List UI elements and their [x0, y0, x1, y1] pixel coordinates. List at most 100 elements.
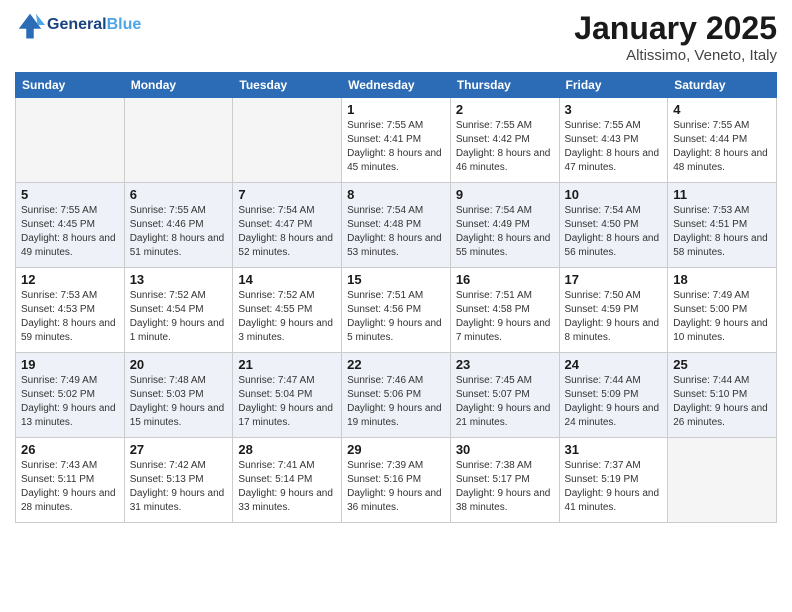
day-info: Sunrise: 7:37 AM Sunset: 5:19 PM Dayligh… [565, 459, 663, 515]
calendar-day-cell: 10 Sunrise: 7:54 AM Sunset: 4:50 PM Dayli… [559, 183, 668, 268]
weekday-header-row: Sunday Monday Tuesday Wednesday Thursday… [16, 73, 777, 98]
calendar-week-row: 26 Sunrise: 7:43 AM Sunset: 5:11 PM Dayli… [16, 438, 777, 523]
day-info: Sunrise: 7:48 AM Sunset: 5:03 PM Dayligh… [130, 374, 228, 430]
logo-icon [15, 10, 45, 40]
calendar-day-cell: 4 Sunrise: 7:55 AM Sunset: 4:44 PM Daylig… [668, 98, 777, 183]
title-section: January 2025 Altissimo, Veneto, Italy [574, 10, 777, 64]
day-info: Sunrise: 7:55 AM Sunset: 4:44 PM Dayligh… [673, 119, 771, 175]
calendar-week-row: 12 Sunrise: 7:53 AM Sunset: 4:53 PM Dayli… [16, 268, 777, 353]
calendar-day-cell: 18 Sunrise: 7:49 AM Sunset: 5:00 PM Dayli… [668, 268, 777, 353]
calendar-day-cell: 21Sunrise: 7:47 AM Sunset: 5:04 PM Dayli… [233, 353, 342, 438]
calendar-day-cell: 14Sunrise: 7:52 AM Sunset: 4:55 PM Dayli… [233, 268, 342, 353]
calendar-day-cell: 27 Sunrise: 7:42 AM Sunset: 5:13 PM Dayli… [124, 438, 233, 523]
day-info: Sunrise: 7:54 AM Sunset: 4:50 PM Dayligh… [565, 204, 663, 260]
calendar-day-cell: 13 Sunrise: 7:52 AM Sunset: 4:54 PM Dayli… [124, 268, 233, 353]
day-number: 15 [347, 272, 445, 287]
day-number: 27 [130, 442, 228, 457]
day-number: 24 [565, 357, 663, 372]
day-info: Sunrise: 7:55 AM Sunset: 4:42 PM Dayligh… [456, 119, 554, 175]
day-number: 31 [565, 442, 663, 457]
day-number: 3 [565, 102, 663, 117]
calendar-day-cell: 12 Sunrise: 7:53 AM Sunset: 4:53 PM Dayli… [16, 268, 125, 353]
calendar-week-row: 5Sunrise: 7:55 AM Sunset: 4:45 PM Daylig… [16, 183, 777, 268]
logo-text-blue: Blue [107, 16, 142, 33]
day-info: Sunrise: 7:44 AM Sunset: 5:10 PM Dayligh… [673, 374, 771, 430]
day-number: 20 [130, 357, 228, 372]
header-friday: Friday [559, 73, 668, 98]
header-sunday: Sunday [16, 73, 125, 98]
day-number: 8 [347, 187, 445, 202]
day-info: Sunrise: 7:46 AM Sunset: 5:06 PM Dayligh… [347, 374, 445, 430]
day-info: Sunrise: 7:54 AM Sunset: 4:47 PM Dayligh… [238, 204, 336, 260]
calendar-day-cell: 28Sunrise: 7:41 AM Sunset: 5:14 PM Dayli… [233, 438, 342, 523]
day-info: Sunrise: 7:39 AM Sunset: 5:16 PM Dayligh… [347, 459, 445, 515]
day-number: 9 [456, 187, 554, 202]
location: Altissimo, Veneto, Italy [574, 47, 777, 64]
calendar-day-cell: 11Sunrise: 7:53 AM Sunset: 4:51 PM Dayli… [668, 183, 777, 268]
day-info: Sunrise: 7:42 AM Sunset: 5:13 PM Dayligh… [130, 459, 228, 515]
day-number: 25 [673, 357, 771, 372]
day-info: Sunrise: 7:53 AM Sunset: 4:53 PM Dayligh… [21, 289, 119, 345]
day-number: 12 [21, 272, 119, 287]
calendar-day-cell: 20 Sunrise: 7:48 AM Sunset: 5:03 PM Dayli… [124, 353, 233, 438]
day-info: Sunrise: 7:49 AM Sunset: 5:02 PM Dayligh… [21, 374, 119, 430]
calendar-day-cell: 16Sunrise: 7:51 AM Sunset: 4:58 PM Dayli… [450, 268, 559, 353]
day-info: Sunrise: 7:43 AM Sunset: 5:11 PM Dayligh… [21, 459, 119, 515]
day-number: 19 [21, 357, 119, 372]
day-info: Sunrise: 7:55 AM Sunset: 4:43 PM Dayligh… [565, 119, 663, 175]
header-saturday: Saturday [668, 73, 777, 98]
day-number: 29 [347, 442, 445, 457]
day-info: Sunrise: 7:45 AM Sunset: 5:07 PM Dayligh… [456, 374, 554, 430]
day-number: 13 [130, 272, 228, 287]
calendar-day-cell: 31 Sunrise: 7:37 AM Sunset: 5:19 PM Dayli… [559, 438, 668, 523]
day-info: Sunrise: 7:38 AM Sunset: 5:17 PM Dayligh… [456, 459, 554, 515]
day-info: Sunrise: 7:49 AM Sunset: 5:00 PM Dayligh… [673, 289, 771, 345]
day-number: 7 [238, 187, 336, 202]
day-number: 6 [130, 187, 228, 202]
day-number: 5 [21, 187, 119, 202]
day-info: Sunrise: 7:44 AM Sunset: 5:09 PM Dayligh… [565, 374, 663, 430]
logo: GeneralBlue [15, 10, 141, 40]
day-number: 30 [456, 442, 554, 457]
day-number: 10 [565, 187, 663, 202]
day-number: 26 [21, 442, 119, 457]
day-info: Sunrise: 7:54 AM Sunset: 4:49 PM Dayligh… [456, 204, 554, 260]
calendar-day-cell: 5Sunrise: 7:55 AM Sunset: 4:45 PM Daylig… [16, 183, 125, 268]
calendar-day-cell: 1Sunrise: 7:55 AM Sunset: 4:41 PM Daylig… [342, 98, 451, 183]
day-info: Sunrise: 7:50 AM Sunset: 4:59 PM Dayligh… [565, 289, 663, 345]
day-number: 22 [347, 357, 445, 372]
calendar-day-cell: 3 Sunrise: 7:55 AM Sunset: 4:43 PM Daylig… [559, 98, 668, 183]
day-number: 11 [673, 187, 771, 202]
calendar-day-cell: 23 Sunrise: 7:45 AM Sunset: 5:07 PM Dayli… [450, 353, 559, 438]
calendar-day-cell: 8 Sunrise: 7:54 AM Sunset: 4:48 PM Daylig… [342, 183, 451, 268]
day-info: Sunrise: 7:54 AM Sunset: 4:48 PM Dayligh… [347, 204, 445, 260]
day-number: 16 [456, 272, 554, 287]
calendar-day-cell: 2 Sunrise: 7:55 AM Sunset: 4:42 PM Daylig… [450, 98, 559, 183]
calendar-day-cell [233, 98, 342, 183]
calendar-day-cell: 26 Sunrise: 7:43 AM Sunset: 5:11 PM Dayli… [16, 438, 125, 523]
page-container: GeneralBlue January 2025 Altissimo, Vene… [0, 0, 792, 612]
header-tuesday: Tuesday [233, 73, 342, 98]
day-number: 23 [456, 357, 554, 372]
day-number: 4 [673, 102, 771, 117]
day-number: 2 [456, 102, 554, 117]
calendar-day-cell: 17Sunrise: 7:50 AM Sunset: 4:59 PM Dayli… [559, 268, 668, 353]
calendar-day-cell: 19 Sunrise: 7:49 AM Sunset: 5:02 PM Dayli… [16, 353, 125, 438]
calendar-table: Sunday Monday Tuesday Wednesday Thursday… [15, 72, 777, 523]
day-number: 14 [238, 272, 336, 287]
header-thursday: Thursday [450, 73, 559, 98]
day-info: Sunrise: 7:52 AM Sunset: 4:54 PM Dayligh… [130, 289, 228, 345]
calendar-day-cell: 7 Sunrise: 7:54 AM Sunset: 4:47 PM Daylig… [233, 183, 342, 268]
day-info: Sunrise: 7:55 AM Sunset: 4:46 PM Dayligh… [130, 204, 228, 260]
month-title: January 2025 [574, 10, 777, 47]
day-number: 18 [673, 272, 771, 287]
calendar-day-cell: 24 Sunrise: 7:44 AM Sunset: 5:09 PM Dayli… [559, 353, 668, 438]
calendar-day-cell: 22 Sunrise: 7:46 AM Sunset: 5:06 PM Dayli… [342, 353, 451, 438]
calendar-week-row: 1Sunrise: 7:55 AM Sunset: 4:41 PM Daylig… [16, 98, 777, 183]
day-number: 28 [238, 442, 336, 457]
header-wednesday: Wednesday [342, 73, 451, 98]
header-monday: Monday [124, 73, 233, 98]
calendar-day-cell: 29 Sunrise: 7:39 AM Sunset: 5:16 PM Dayli… [342, 438, 451, 523]
logo-text-general: General [47, 16, 107, 33]
day-number: 1 [347, 102, 445, 117]
